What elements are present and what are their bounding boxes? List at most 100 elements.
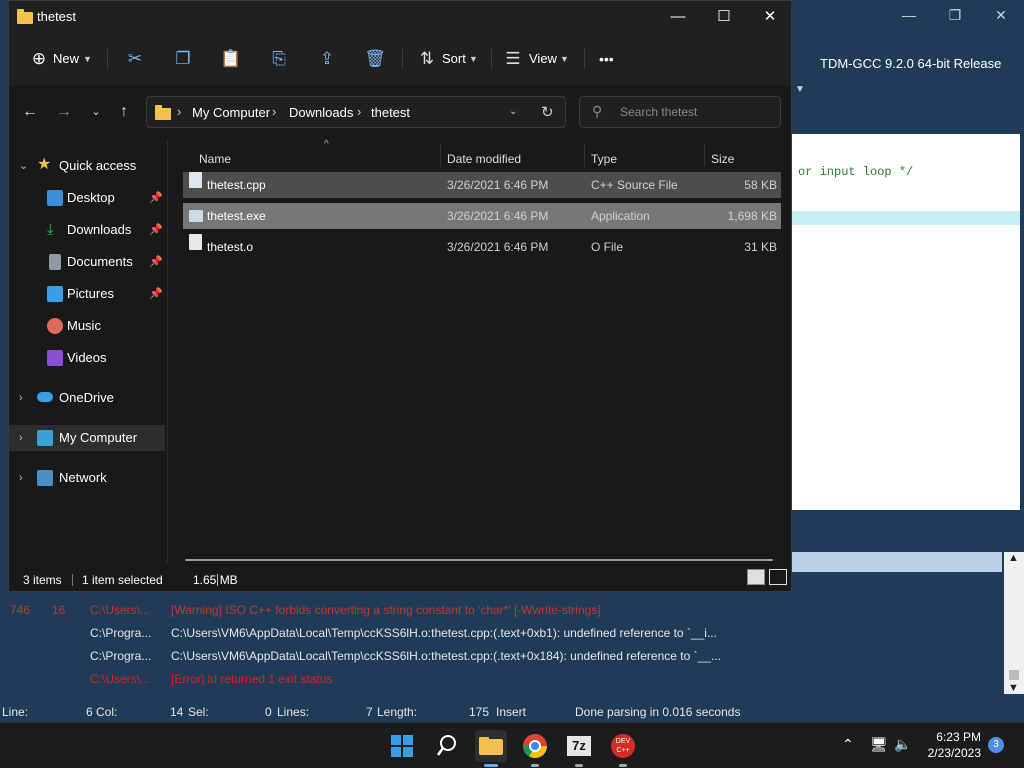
chevron-down-icon[interactable]: ▼ [83, 45, 92, 73]
pin-icon[interactable]: 📌 [149, 217, 163, 243]
compiler-log[interactable]: 746 16 C:\Users\... [Warning] ISO C++ forbi… [0, 596, 1004, 694]
sidebar-item-music[interactable]: Music [9, 313, 165, 339]
search-icon[interactable] [431, 730, 463, 762]
file-row[interactable]: thetest.o 3/26/2021 6:46 PM O File 31 KB [183, 234, 781, 260]
chevron-down-icon[interactable]: ▼ [1008, 682, 1019, 694]
sidebar-item-network[interactable]: › Network [9, 465, 165, 491]
recent-chevron-icon[interactable]: ⌄ [83, 99, 109, 125]
chevron-down-icon[interactable]: ▼ [469, 45, 478, 73]
close-icon[interactable]: ✕ [747, 1, 793, 33]
log-message: [Error] ld returned 1 exit status [171, 672, 333, 686]
delete-icon[interactable]: 🗑 [361, 45, 389, 73]
chevron-down-icon[interactable]: ⌄ [19, 153, 28, 179]
devcpp-icon[interactable]: DEV C++ [607, 730, 639, 767]
chevron-down-icon[interactable]: ⌄ [509, 106, 517, 117]
code-editor[interactable]: or input loop */ [792, 134, 1020, 510]
clock[interactable]: 6:23 PM 2/23/2023 [925, 729, 981, 761]
scroll-thumb[interactable] [1009, 670, 1019, 680]
music-icon [47, 318, 63, 334]
selection-count: 1 item selected [82, 573, 163, 587]
sidebar-label: Documents [67, 254, 133, 269]
back-arrow-icon[interactable]: ← [17, 99, 43, 125]
plus-icon[interactable]: ⊕ [25, 45, 53, 73]
notification-badge[interactable]: 3 [988, 737, 1004, 753]
sidebar-item-onedrive[interactable]: › OneDrive [9, 385, 165, 411]
breadcrumb-downloads[interactable]: Downloads [289, 105, 353, 120]
7zip-icon[interactable]: 7z [563, 730, 595, 767]
sidebar-item-videos[interactable]: Videos [9, 345, 165, 371]
log-message: [Warning] ISO C++ forbids converting a s… [171, 603, 601, 617]
paste-icon[interactable]: 📋 [217, 45, 245, 73]
chevron-up-icon[interactable]: ⌃ [842, 736, 854, 753]
compiler-select[interactable]: TDM-GCC 9.2.0 64-bit Release [820, 53, 1020, 75]
file-size: 31 KB [744, 240, 777, 254]
sidebar-item-quick-access[interactable]: ⌄ ★ Quick access [9, 153, 165, 179]
running-indicator [531, 764, 539, 767]
pane-divider[interactable] [167, 139, 168, 563]
chevron-up-icon[interactable]: ▲ [1008, 552, 1019, 564]
network-tray-icon[interactable]: 🖥 [870, 736, 888, 753]
chevron-down-icon[interactable]: ▼ [795, 84, 805, 95]
title-bar[interactable]: thetest — ☐ ✕ [9, 1, 791, 33]
sidebar-item-my-computer[interactable]: › My Computer [9, 425, 165, 451]
search-box[interactable]: ⚲ Search thetest [579, 96, 781, 128]
more-options-button[interactable]: ••• [599, 45, 614, 73]
bg-close-icon[interactable]: ✕ [978, 4, 1024, 26]
file-explorer-icon[interactable] [475, 730, 507, 767]
active-indicator [484, 764, 498, 767]
share-icon[interactable]: ⇪ [313, 45, 341, 73]
cut-icon[interactable]: ✂ [121, 45, 149, 73]
sort-button[interactable]: Sort [442, 45, 466, 73]
pin-icon[interactable]: 📌 [149, 249, 163, 275]
status-sel-label: Sel: [188, 705, 209, 719]
sidebar-item-downloads[interactable]: ⤓ Downloads 📌 [9, 217, 165, 243]
view-button[interactable]: View [529, 45, 557, 73]
log-message: C:\Users\VM6\AppData\Local\Temp\ccKSS6lH… [171, 626, 717, 640]
view-icon[interactable]: ☰ [499, 45, 527, 73]
refresh-icon[interactable]: ↻ [541, 103, 554, 121]
status-lines-value: 7 [366, 705, 373, 719]
forward-arrow-icon[interactable]: → [51, 99, 77, 125]
large-icons-view-icon[interactable] [769, 569, 787, 585]
pin-icon[interactable]: 📌 [149, 185, 163, 211]
details-view-icon[interactable] [747, 569, 765, 585]
column-header-date[interactable]: Date modified [447, 145, 521, 173]
bg-restore-icon[interactable]: ❐ [932, 4, 978, 26]
chevron-right-icon[interactable]: › [19, 465, 23, 491]
sidebar-item-pictures[interactable]: Pictures 📌 [9, 281, 165, 307]
breadcrumb-thetest[interactable]: thetest [371, 105, 410, 120]
new-button[interactable]: New [53, 45, 79, 73]
volume-icon[interactable]: 🔈 [894, 736, 911, 753]
copy-icon[interactable]: ❐ [169, 45, 197, 73]
file-icon [189, 234, 202, 250]
column-header-type[interactable]: Type [591, 145, 617, 173]
column-divider[interactable] [704, 143, 705, 167]
sidebar-item-documents[interactable]: Documents 📌 [9, 249, 165, 275]
toolbar-divider [402, 49, 403, 69]
breadcrumb-my-computer[interactable]: My Computer [192, 105, 270, 120]
pin-icon[interactable]: 📌 [149, 281, 163, 307]
column-divider[interactable] [440, 143, 441, 167]
log-scrollbar[interactable]: ▲ ▼ [1004, 552, 1024, 694]
column-header-size[interactable]: Size [711, 145, 734, 173]
chevron-right-icon[interactable]: › [19, 385, 23, 411]
maximize-icon[interactable]: ☐ [701, 1, 747, 33]
column-header-name[interactable]: Name [199, 145, 231, 173]
chevron-right-icon[interactable]: › [19, 425, 23, 451]
file-row[interactable]: thetest.cpp 3/26/2021 6:46 PM C++ Source… [183, 172, 781, 198]
file-row[interactable]: thetest.exe 3/26/2021 6:46 PM Applicatio… [183, 203, 781, 229]
sidebar-label: Quick access [59, 158, 137, 173]
bg-minimize-icon[interactable]: — [886, 4, 932, 26]
up-arrow-icon[interactable]: ↑ [111, 99, 137, 125]
command-bar: ⊕ New ▼ ✂ ❐ 📋 ⎘ ⇪ 🗑 ⇅ Sort ▼ ☰ View ▼ ••… [9, 33, 791, 86]
minimize-icon[interactable]: — [655, 1, 701, 33]
chrome-icon[interactable] [519, 730, 551, 767]
rename-icon[interactable]: ⎘ [265, 45, 293, 73]
horizontal-scrollbar[interactable] [185, 559, 773, 561]
sidebar-item-desktop[interactable]: Desktop 📌 [9, 185, 165, 211]
column-divider[interactable] [584, 143, 585, 167]
address-bar[interactable]: › My Computer › Downloads › thetest ⌄ ↻ [146, 96, 566, 128]
start-icon[interactable] [386, 730, 418, 762]
sort-icon[interactable]: ⇅ [413, 45, 441, 73]
chevron-down-icon[interactable]: ▼ [560, 45, 569, 73]
